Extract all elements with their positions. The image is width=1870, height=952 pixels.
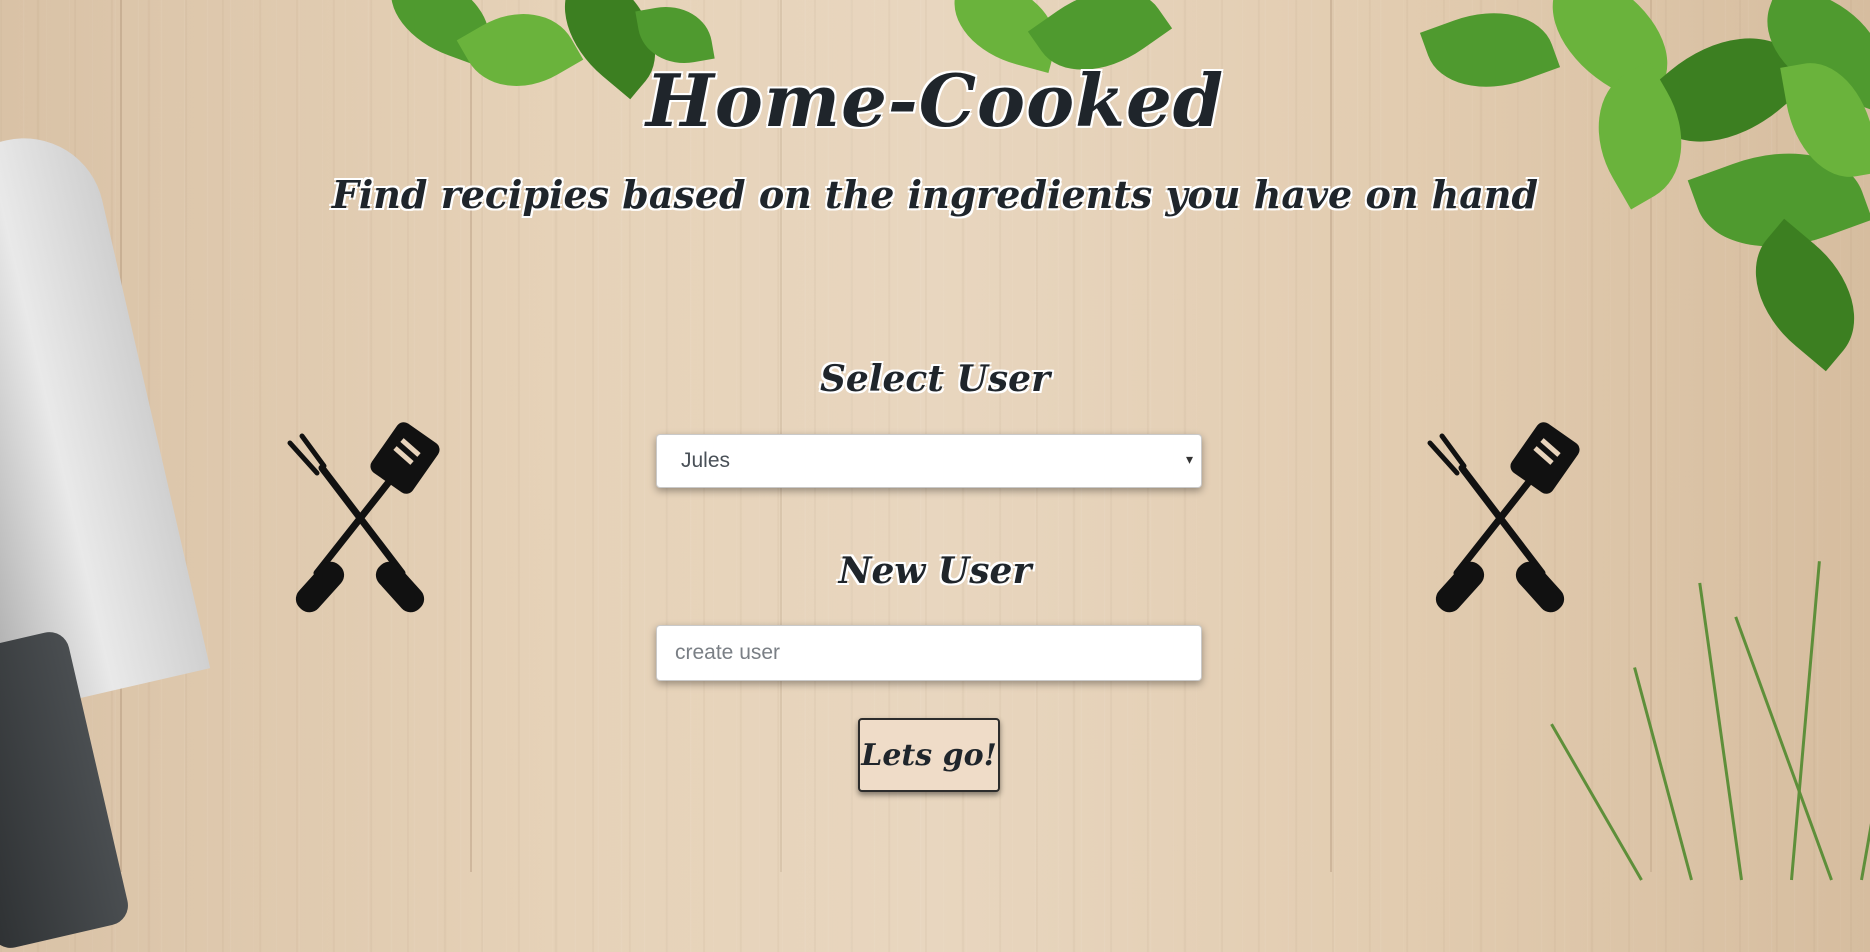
user-select-value: Jules [681,449,731,472]
page-title: Home-Cooked [645,58,1225,143]
page-subtitle: Find recipies based on the ingredients y… [331,172,1539,217]
new-user-label: New User [838,550,1032,592]
select-user-label: Select User [819,358,1051,400]
create-user-input[interactable] [656,625,1202,681]
lets-go-button[interactable]: Lets go! [858,718,1000,792]
chevron-down-icon: ▾ [1185,451,1193,467]
user-select[interactable]: Jules ▾ [656,434,1202,488]
